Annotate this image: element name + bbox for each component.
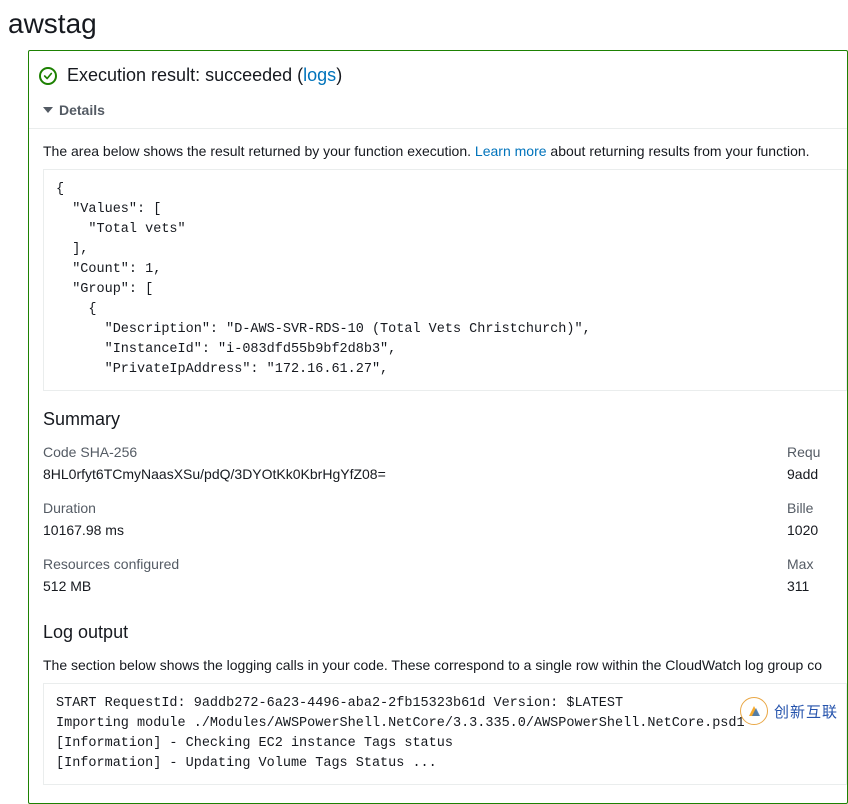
- v-code-sha: 8HL0rfyt6TCmyNaasXSu/pdQ/3DYOtKk0KbrHgYf…: [43, 466, 727, 482]
- k-resources: Resources configured: [43, 556, 727, 572]
- details-toggle[interactable]: Details: [29, 98, 847, 128]
- kv-resources: Resources configured 512 MB: [43, 556, 727, 594]
- v-duration: 10167.98 ms: [43, 522, 727, 538]
- hint-post: about returning results from your functi…: [547, 143, 810, 159]
- k-request: Requ: [787, 444, 847, 460]
- kv-duration: Duration 10167.98 ms: [43, 500, 727, 538]
- caret-down-icon: [43, 107, 53, 113]
- details-label: Details: [59, 102, 105, 118]
- kv-max: Max 311: [787, 556, 847, 594]
- v-resources: 512 MB: [43, 578, 727, 594]
- k-duration: Duration: [43, 500, 727, 516]
- watermark: 创新互联: [740, 697, 838, 725]
- execution-status: succeeded: [205, 65, 292, 85]
- execution-result-panel: Execution result: succeeded (logs) Detai…: [28, 50, 848, 804]
- details-body: The area below shows the result returned…: [29, 128, 847, 785]
- kv-request: Requ 9add: [787, 444, 847, 482]
- result-hint: The area below shows the result returned…: [43, 143, 847, 159]
- log-hint: The section below shows the logging call…: [43, 657, 847, 673]
- execution-label-pre: Execution result:: [67, 65, 205, 85]
- execution-result-header: Execution result: succeeded (logs): [29, 65, 847, 98]
- kv-code-sha: Code SHA-256 8HL0rfyt6TCmyNaasXSu/pdQ/3D…: [43, 444, 727, 482]
- success-check-icon: [39, 67, 57, 85]
- summary-col-right: Requ 9add Bille 1020 Max 311: [787, 444, 847, 612]
- v-request: 9add: [787, 466, 847, 482]
- execution-result-title: Execution result: succeeded (logs): [67, 65, 342, 86]
- kv-billed: Bille 1020: [787, 500, 847, 538]
- v-max: 311: [787, 578, 847, 594]
- k-billed: Bille: [787, 500, 847, 516]
- watermark-text: 创新互联: [774, 701, 838, 722]
- watermark-badge-icon: [740, 697, 768, 725]
- log-output-heading: Log output: [43, 622, 847, 643]
- log-output-block: START RequestId: 9addb272-6a23-4496-aba2…: [43, 683, 847, 785]
- summary-grid: Code SHA-256 8HL0rfyt6TCmyNaasXSu/pdQ/3D…: [43, 444, 847, 612]
- summary-heading: Summary: [43, 409, 847, 430]
- logs-link[interactable]: logs: [303, 65, 336, 85]
- v-billed: 1020: [787, 522, 847, 538]
- hint-pre: The area below shows the result returned…: [43, 143, 475, 159]
- paren-close: ): [336, 65, 342, 85]
- paren-open: (: [292, 65, 303, 85]
- summary-col-left: Code SHA-256 8HL0rfyt6TCmyNaasXSu/pdQ/3D…: [43, 444, 727, 612]
- result-json-block: { "Values": [ "Total vets" ], "Count": 1…: [43, 169, 847, 391]
- k-code-sha: Code SHA-256: [43, 444, 727, 460]
- k-max: Max: [787, 556, 847, 572]
- learn-more-link[interactable]: Learn more: [475, 143, 547, 159]
- page-title: awstag: [8, 8, 848, 40]
